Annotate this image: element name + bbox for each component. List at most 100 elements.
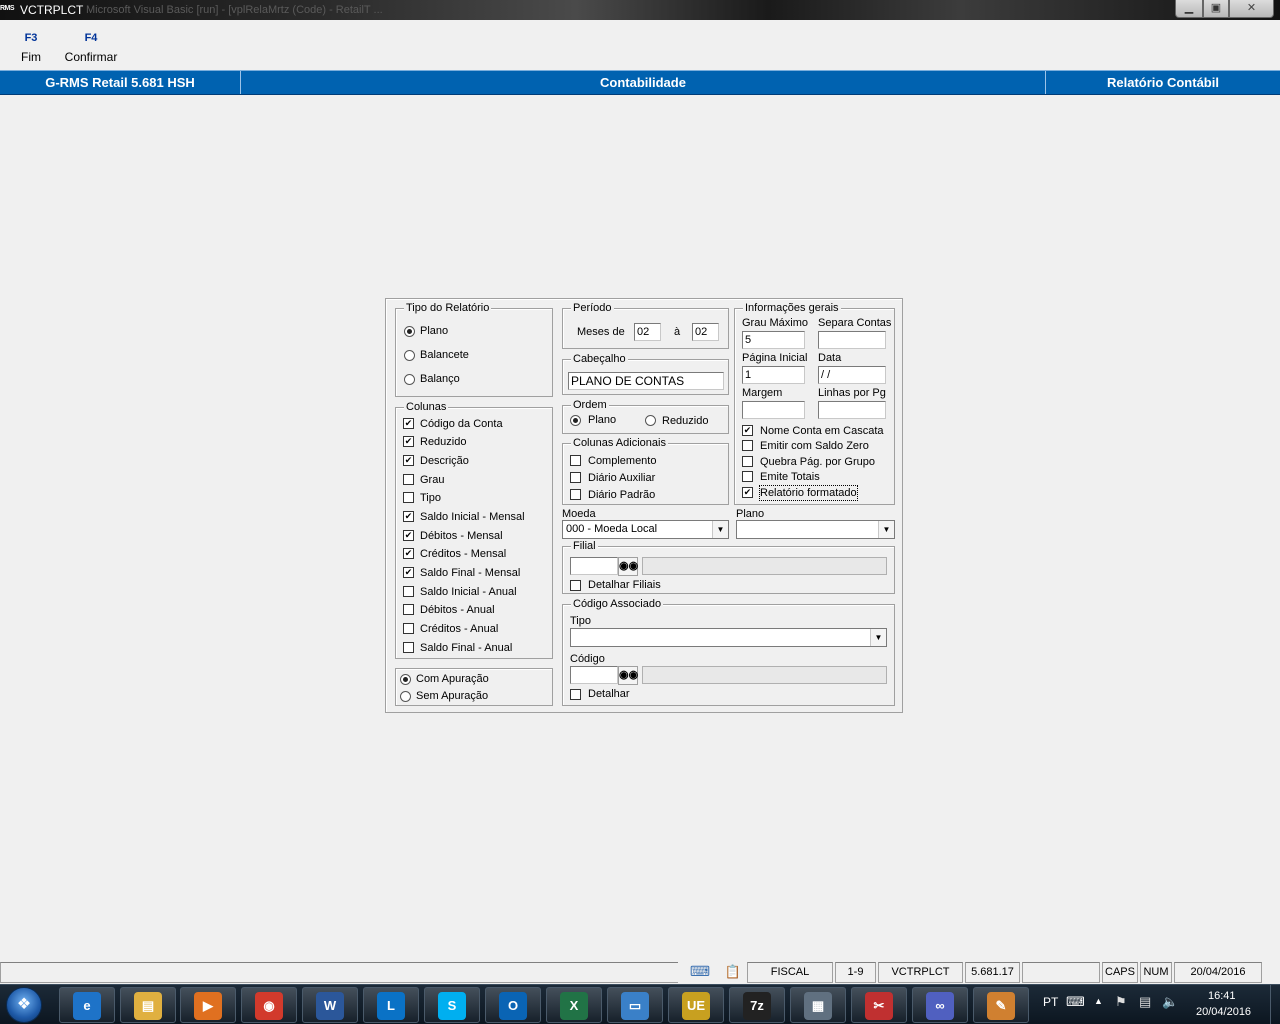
taskbar-snipping-tool-button[interactable]: ✂	[851, 987, 907, 1023]
column-checkbox[interactable]	[403, 455, 414, 466]
clock-time[interactable]: 16:41	[1208, 990, 1236, 1002]
taskbar-lync-button[interactable]: L	[363, 987, 419, 1023]
max-level-input[interactable]: 5	[742, 331, 805, 349]
column-checkbox[interactable]	[403, 604, 414, 615]
detail-associated-label[interactable]: Detalhar	[588, 687, 630, 701]
branch-code-input[interactable]	[570, 557, 618, 575]
column-checkbox[interactable]	[403, 642, 414, 653]
option-label[interactable]: Quebra Pág. por Grupo	[760, 455, 875, 469]
currency-select[interactable]: 000 - Moeda Local ▼	[562, 520, 729, 539]
option-checkbox[interactable]	[742, 471, 753, 482]
column-checkbox[interactable]	[403, 567, 414, 578]
option-checkbox[interactable]	[742, 425, 753, 436]
radio-balanco[interactable]	[404, 374, 415, 385]
option-label[interactable]: Emitir com Saldo Zero	[760, 439, 869, 453]
f3-exit-button[interactable]: F3 Fim	[18, 32, 44, 64]
taskbar-infinity-app-button[interactable]: ∞	[912, 987, 968, 1023]
column-checkbox[interactable]	[403, 474, 414, 485]
taskbar-calculator-app-button[interactable]: ▦	[790, 987, 846, 1023]
month-to-input[interactable]: 02	[692, 323, 719, 341]
show-desktop-button[interactable]	[1270, 985, 1280, 1024]
additional-column-checkbox[interactable]	[570, 472, 581, 483]
chevron-down-icon[interactable]: ▼	[878, 521, 894, 538]
radio-plano[interactable]	[404, 326, 415, 337]
column-label[interactable]: Grau	[420, 473, 444, 487]
taskbar-chrome-button[interactable]: ◉	[241, 987, 297, 1023]
detail-branches-label[interactable]: Detalhar Filiais	[588, 578, 661, 592]
column-checkbox[interactable]	[403, 586, 414, 597]
column-label[interactable]: Saldo Inicial - Anual	[420, 585, 517, 599]
separate-accounts-input[interactable]	[818, 331, 886, 349]
radio-balancete[interactable]	[404, 350, 415, 361]
radio-com-apuracao[interactable]	[400, 674, 411, 685]
taskbar-file-explorer-button[interactable]: ▤	[120, 987, 176, 1023]
taskbar-internet-explorer-button[interactable]: e	[59, 987, 115, 1023]
column-label[interactable]: Débitos - Mensal	[420, 529, 503, 543]
binoculars-icon[interactable]: ◉◉	[618, 666, 638, 685]
radio-order-plano-label[interactable]: Plano	[588, 413, 616, 427]
minimize-button[interactable]: ▁	[1175, 0, 1203, 18]
column-label[interactable]: Débitos - Anual	[420, 603, 495, 617]
radio-order-plano[interactable]	[570, 415, 581, 426]
column-checkbox[interactable]	[403, 436, 414, 447]
column-label[interactable]: Saldo Inicial - Mensal	[420, 510, 525, 524]
additional-column-checkbox[interactable]	[570, 455, 581, 466]
taskbar-paint-button[interactable]: ✎	[973, 987, 1029, 1023]
associated-code-input[interactable]	[570, 666, 618, 684]
chevron-down-icon[interactable]: ▼	[712, 521, 728, 538]
radio-sem-apuracao-label[interactable]: Sem Apuração	[416, 689, 488, 703]
radio-com-apuracao-label[interactable]: Com Apuração	[416, 672, 489, 686]
month-from-input[interactable]: 02	[634, 323, 661, 341]
taskbar-outlook-button[interactable]: O	[485, 987, 541, 1023]
column-checkbox[interactable]	[403, 548, 414, 559]
column-label[interactable]: Reduzido	[420, 435, 466, 449]
column-checkbox[interactable]	[403, 530, 414, 541]
column-label[interactable]: Tipo	[420, 491, 441, 505]
additional-column-label[interactable]: Diário Padrão	[588, 488, 655, 502]
column-label[interactable]: Créditos - Anual	[420, 622, 498, 636]
additional-column-label[interactable]: Diário Auxiliar	[588, 471, 655, 485]
flag-icon[interactable]: ⚑	[1115, 994, 1127, 1010]
taskbar-ultraedit-button[interactable]: UE	[668, 987, 724, 1023]
date-input[interactable]: / /	[818, 366, 886, 384]
column-checkbox[interactable]	[403, 623, 414, 634]
additional-column-checkbox[interactable]	[570, 489, 581, 500]
taskbar-skype-button[interactable]: S	[424, 987, 480, 1023]
column-label[interactable]: Código da Conta	[420, 417, 503, 431]
f4-confirm-button[interactable]: F4 Confirmar	[62, 32, 120, 64]
column-checkbox[interactable]	[403, 511, 414, 522]
option-label[interactable]: Emite Totais	[760, 470, 820, 484]
radio-order-reduzido[interactable]	[645, 415, 656, 426]
taskbar-word-button[interactable]: W	[302, 987, 358, 1023]
header-text-input[interactable]: PLANO DE CONTAS	[568, 372, 724, 390]
radio-plano-label[interactable]: Plano	[420, 324, 448, 338]
option-checkbox[interactable]	[742, 487, 753, 498]
additional-column-label[interactable]: Complemento	[588, 454, 656, 468]
option-checkbox[interactable]	[742, 456, 753, 467]
taskbar-excel-button[interactable]: X	[546, 987, 602, 1023]
keyboard-icon[interactable]: ⌨	[1066, 994, 1085, 1010]
close-button[interactable]: ✕	[1229, 0, 1274, 18]
taskbar-remote-desktop-button[interactable]: ▭	[607, 987, 663, 1023]
start-page-input[interactable]: 1	[742, 366, 805, 384]
detail-branches-checkbox[interactable]	[570, 580, 581, 591]
option-label[interactable]: Relatório formatado	[759, 485, 858, 501]
column-checkbox[interactable]	[403, 418, 414, 429]
option-checkbox[interactable]	[742, 440, 753, 451]
column-label[interactable]: Créditos - Mensal	[420, 547, 506, 561]
radio-sem-apuracao[interactable]	[400, 691, 411, 702]
volume-muted-icon[interactable]: 🔈	[1162, 994, 1178, 1010]
associated-type-select[interactable]: ▼	[570, 628, 887, 647]
column-label[interactable]: Descrição	[420, 454, 469, 468]
taskbar-7zip-button[interactable]: 7z	[729, 987, 785, 1023]
plan-select[interactable]: ▼	[736, 520, 895, 539]
network-icon[interactable]: ▤	[1139, 994, 1151, 1010]
column-label[interactable]: Saldo Final - Anual	[420, 641, 512, 655]
lines-per-page-input[interactable]	[818, 401, 886, 419]
radio-order-reduzido-label[interactable]: Reduzido	[662, 414, 708, 428]
chevron-down-icon[interactable]: ▼	[870, 629, 886, 646]
column-checkbox[interactable]	[403, 492, 414, 503]
start-button[interactable]: ❖	[6, 987, 42, 1023]
binoculars-icon[interactable]: ◉◉	[618, 557, 638, 576]
radio-balancete-label[interactable]: Balancete	[420, 348, 469, 362]
